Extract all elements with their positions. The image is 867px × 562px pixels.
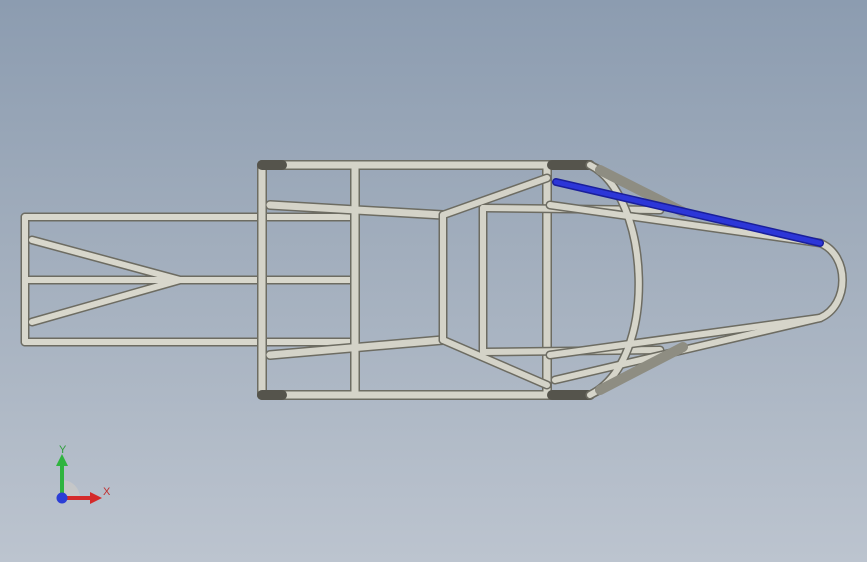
chassis-model[interactable]	[0, 0, 867, 562]
front-nose[interactable]	[545, 160, 847, 400]
triad-arrows-icon	[56, 454, 102, 504]
axis-triad: Y X	[40, 440, 120, 510]
y-axis-label: Y	[59, 444, 67, 456]
rear-subframe[interactable]	[20, 212, 357, 347]
x-axis-label: X	[103, 486, 111, 498]
graphics-viewport[interactable]: Y X	[0, 0, 867, 562]
